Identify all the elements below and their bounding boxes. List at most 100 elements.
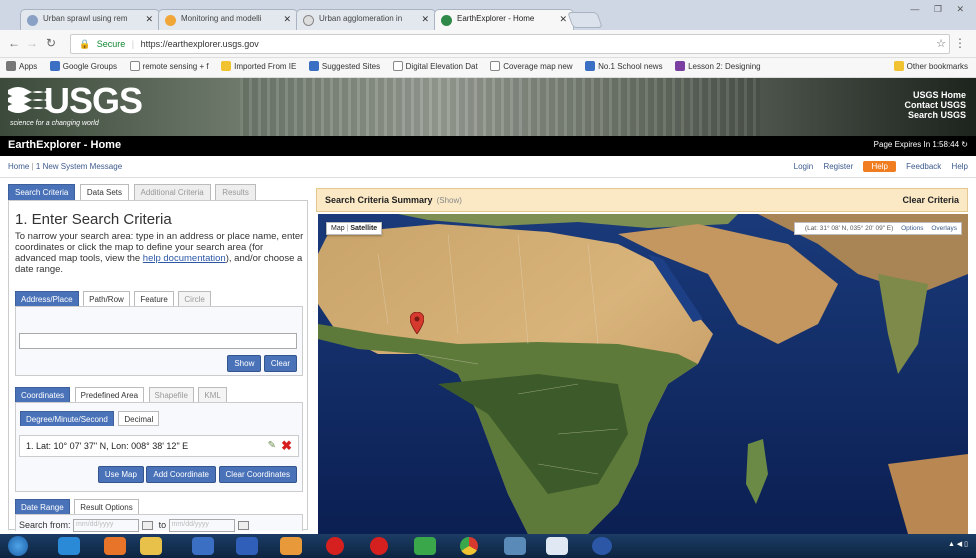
- media-player-icon[interactable]: [192, 537, 214, 555]
- close-tab-icon[interactable]: ✕: [559, 14, 567, 25]
- close-tab-icon[interactable]: ✕: [145, 14, 153, 25]
- usgs-links: USGS Home Contact USGS Search USGS: [904, 90, 966, 120]
- tab-additional-criteria[interactable]: Additional Criteria: [133, 184, 211, 200]
- clear-criteria-button[interactable]: Clear Criteria: [902, 195, 959, 205]
- tab-path-row[interactable]: Path/Row: [83, 291, 130, 306]
- new-tab-button[interactable]: [567, 12, 603, 28]
- back-arrow-icon[interactable]: ←: [8, 36, 20, 50]
- help-documentation-link[interactable]: help documentation: [143, 253, 226, 264]
- tab-date-range[interactable]: Date Range: [15, 499, 70, 514]
- map-type-map[interactable]: Map: [331, 225, 345, 232]
- bookmark-digital-elevation[interactable]: Digital Elevation Dat: [392, 61, 478, 71]
- bookmark-suggested-sites[interactable]: Suggested Sites: [308, 61, 380, 71]
- tab-data-sets[interactable]: Data Sets: [79, 184, 130, 200]
- app-icon-2[interactable]: [504, 537, 526, 555]
- show-button[interactable]: Show: [227, 355, 262, 372]
- use-map-button[interactable]: Use Map: [97, 466, 144, 483]
- map-type-control[interactable]: Map | Satellite: [326, 222, 383, 235]
- tab-coordinates[interactable]: Coordinates: [15, 387, 71, 402]
- summary-show-link[interactable]: (Show): [437, 196, 462, 205]
- coordinate-entry[interactable]: 1. Lat: 10° 07' 37" N, Lon: 008° 38' 12"…: [19, 435, 299, 457]
- map-options-link[interactable]: Options: [901, 225, 923, 232]
- tab-feature[interactable]: Feature: [134, 291, 174, 306]
- bookmark-school-news[interactable]: No.1 School news: [585, 61, 663, 71]
- address-input[interactable]: [19, 333, 297, 349]
- forward-arrow-icon[interactable]: →: [26, 36, 38, 50]
- chrome-icon[interactable]: [460, 537, 478, 555]
- tab-predefined-area[interactable]: Predefined Area: [74, 387, 145, 402]
- bookmark-coverage-map[interactable]: Coverage map new: [490, 61, 573, 71]
- lesson-icon: [675, 61, 686, 71]
- browser-menu-icon[interactable]: ⋮: [954, 36, 966, 50]
- map-overlays-link[interactable]: Overlays: [931, 225, 957, 232]
- green-app-icon[interactable]: [414, 537, 436, 555]
- bookmark-imported-from-ie[interactable]: Imported From IE: [221, 61, 296, 71]
- browser-tab-3[interactable]: Urban agglomeration in ✕: [296, 9, 436, 30]
- paint-icon[interactable]: [546, 537, 568, 555]
- usgs-logo[interactable]: USGS science for a changing world: [8, 80, 148, 132]
- news-icon: [585, 61, 596, 71]
- tab-shapefile[interactable]: Shapefile: [148, 387, 194, 402]
- tab-circle[interactable]: Circle: [178, 291, 211, 306]
- bookmarks-bar: Apps Google Groups remote sensing + f Im…: [0, 58, 976, 78]
- start-button-icon[interactable]: [8, 536, 28, 556]
- system-message-link[interactable]: 1 New System Message: [36, 162, 122, 171]
- clear-button[interactable]: Clear: [263, 355, 297, 372]
- contact-usgs-link[interactable]: Contact USGS: [904, 100, 966, 110]
- bookmark-google-groups[interactable]: Google Groups: [49, 61, 117, 71]
- delete-coordinate-icon[interactable]: ✖: [281, 438, 292, 454]
- tab-address-place[interactable]: Address/Place: [15, 291, 79, 306]
- browser-tab-2[interactable]: Monitoring and modelli ✕: [158, 9, 298, 30]
- url-separator: |: [131, 39, 135, 49]
- search-usgs-link[interactable]: Search USGS: [904, 110, 966, 120]
- bookmark-lesson-2[interactable]: Lesson 2: Designing: [675, 61, 761, 71]
- word-icon[interactable]: [236, 537, 258, 555]
- opera-icon[interactable]: [326, 537, 344, 555]
- home-link[interactable]: Home: [8, 162, 29, 171]
- date-from-input[interactable]: mm/dd/yyyy: [73, 519, 140, 532]
- login-link[interactable]: Login: [794, 162, 814, 171]
- opera-icon-2[interactable]: [370, 537, 388, 555]
- reload-icon[interactable]: ↻: [46, 36, 56, 50]
- address-bar: ← → ↻ 🔒 Secure | https://earthexplorer.u…: [0, 30, 976, 58]
- window-controls[interactable]: — ❐ ✕: [910, 4, 970, 15]
- system-tray[interactable]: ▲ ◀ ▯: [948, 540, 968, 548]
- help-link[interactable]: Help: [952, 162, 968, 171]
- ie-icon[interactable]: [58, 537, 80, 555]
- map-type-satellite[interactable]: Satellite: [350, 225, 377, 232]
- folder-icon[interactable]: [140, 537, 162, 555]
- close-tab-icon[interactable]: ✕: [283, 14, 291, 25]
- bookmark-apps[interactable]: Apps: [6, 61, 37, 71]
- app-icon-3[interactable]: [592, 537, 612, 555]
- clear-coordinates-button[interactable]: Clear Coordinates: [218, 466, 297, 483]
- tab-result-options[interactable]: Result Options: [74, 499, 139, 514]
- app-icon[interactable]: [280, 537, 302, 555]
- bookmark-other[interactable]: Other bookmarks: [893, 61, 968, 71]
- refresh-icon[interactable]: ↻: [961, 140, 968, 149]
- bookmark-remote-sensing[interactable]: remote sensing + f: [129, 61, 209, 71]
- close-tab-icon[interactable]: ✕: [421, 14, 429, 25]
- search-panel: Search Criteria Data Sets Additional Cri…: [8, 184, 308, 532]
- date-to-input[interactable]: mm/dd/yyyy: [168, 519, 235, 532]
- add-coordinate-button[interactable]: Add Coordinate: [146, 466, 216, 483]
- bookmark-star-icon[interactable]: ☆: [936, 37, 946, 50]
- calendar-icon[interactable]: [142, 521, 154, 530]
- satellite-map[interactable]: Map | Satellite (Lat: 31° 08' N, 035° 20…: [318, 214, 968, 534]
- browser-tab-active[interactable]: EarthExplorer - Home ✕: [434, 9, 574, 30]
- orange-help-button[interactable]: Help: [863, 161, 896, 172]
- url-field[interactable]: 🔒 Secure | https://earthexplorer.usgs.go…: [70, 34, 950, 54]
- firefox-icon[interactable]: [104, 537, 126, 555]
- location-marker-icon[interactable]: [410, 312, 424, 334]
- tab-kml[interactable]: KML: [198, 387, 227, 402]
- tab-decimal[interactable]: Decimal: [118, 411, 160, 426]
- tab-search-criteria[interactable]: Search Criteria: [8, 184, 76, 200]
- tab-degree-minute-second[interactable]: Degree/Minute/Second: [20, 411, 114, 426]
- feedback-link[interactable]: Feedback: [906, 162, 941, 171]
- secure-label: Secure: [96, 39, 126, 49]
- calendar-icon[interactable]: [237, 521, 249, 530]
- register-link[interactable]: Register: [823, 162, 853, 171]
- edit-coordinate-icon[interactable]: ✎: [268, 440, 276, 451]
- browser-tab-1[interactable]: Urban sprawl using rem ✕: [20, 9, 160, 30]
- usgs-home-link[interactable]: USGS Home: [904, 90, 966, 100]
- tab-results[interactable]: Results: [215, 184, 256, 200]
